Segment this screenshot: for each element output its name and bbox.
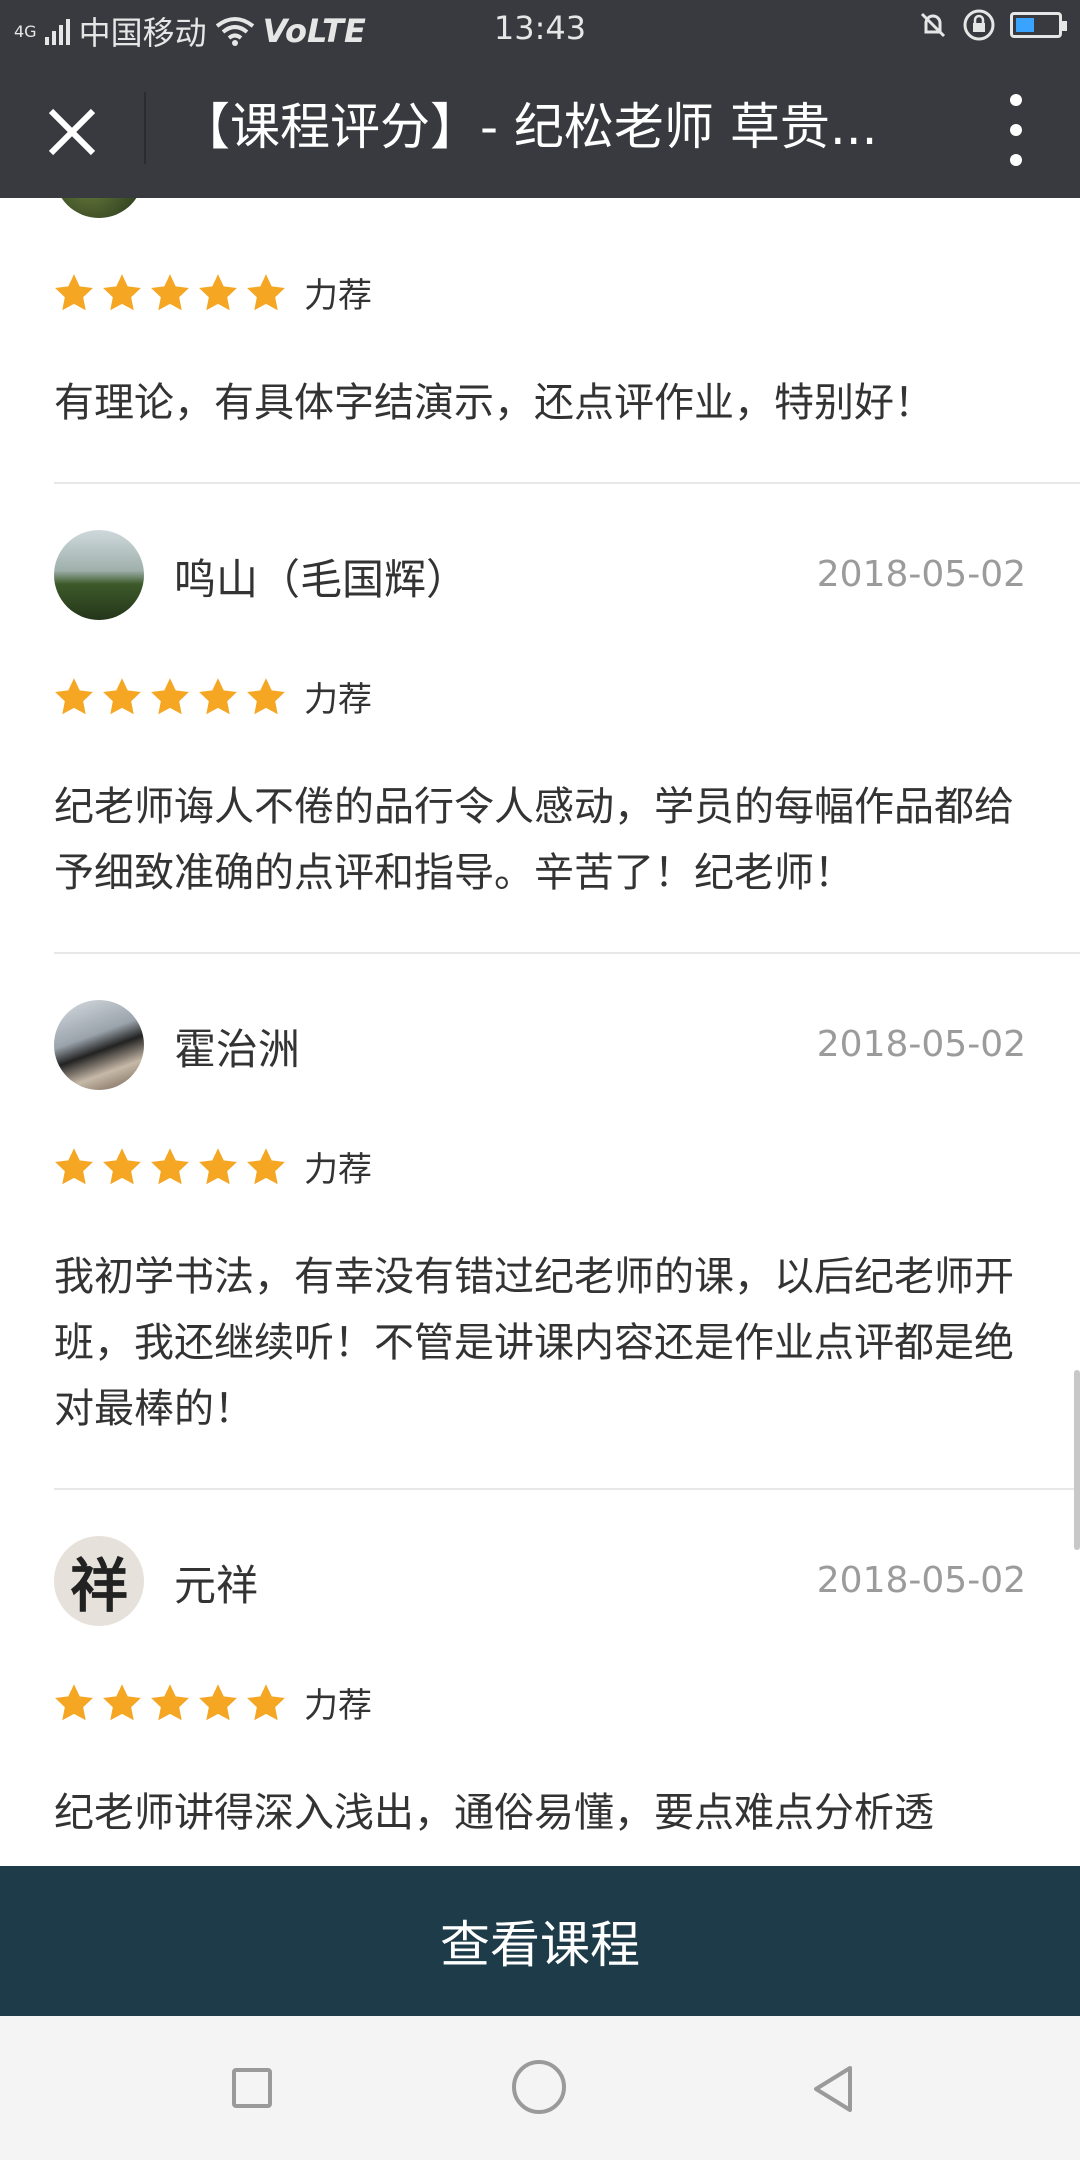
status-right	[918, 8, 1067, 42]
close-button[interactable]	[36, 96, 108, 168]
navigation-bar	[0, 2016, 1080, 2160]
avatar[interactable]	[54, 530, 144, 620]
star-icon	[196, 675, 240, 719]
top-bar: 【课程评分】- 纪松老师 草贵...	[0, 56, 1080, 198]
close-icon	[48, 108, 96, 156]
review-text: 纪老师诲人不倦的品行令人感动，学员的每幅作品都给予细致准确的点评和指导。辛苦了！…	[54, 784, 1014, 896]
rating-label: 力荐	[304, 680, 372, 720]
star-icon	[244, 271, 288, 315]
star-icon	[148, 1145, 192, 1189]
view-course-button[interactable]: 查看课程	[0, 1866, 1080, 2016]
star-icon	[52, 1145, 96, 1189]
separator	[54, 482, 1080, 484]
star-icon	[100, 1681, 144, 1725]
battery-icon	[1010, 12, 1067, 38]
star-icon	[148, 271, 192, 315]
mute-bell-icon	[920, 12, 946, 38]
review-date: 2018-05-02	[816, 1024, 1026, 1065]
back-icon[interactable]	[806, 2062, 860, 2116]
status-bar: 4G 中国移动 VoLTE 13:43	[0, 0, 1080, 56]
header-divider	[144, 92, 146, 164]
rotation-lock-icon	[963, 9, 995, 41]
reviewer-name: 元祥	[174, 1561, 259, 1610]
star-icon	[148, 1681, 192, 1725]
separator	[54, 952, 1080, 954]
more-menu-button[interactable]	[1008, 94, 1024, 166]
rating-label: 力荐	[304, 1686, 372, 1726]
star-rating: 力荐	[52, 1142, 372, 1191]
more-dot-icon	[1010, 124, 1022, 136]
star-icon	[244, 1145, 288, 1189]
review-text: 有理论，有具体字结演示，还点评作业，特别好！	[54, 380, 934, 426]
star-icon	[244, 675, 288, 719]
avatar	[54, 198, 144, 218]
avatar-glyph: 祥	[69, 1552, 128, 1620]
home-icon[interactable]	[512, 2060, 566, 2114]
review-text: 纪老师讲得深入浅出，通俗易懂，要点难点分析透	[54, 1790, 934, 1836]
star-rating: 力荐	[52, 672, 372, 721]
star-icon	[196, 271, 240, 315]
rating-label: 力荐	[304, 1150, 372, 1190]
star-rating: 力荐	[52, 1678, 372, 1727]
star-icon	[52, 271, 96, 315]
more-dot-icon	[1010, 94, 1022, 106]
reviewer-name: 霍治洲	[174, 1025, 301, 1074]
rating-label: 力荐	[304, 276, 372, 316]
avatar[interactable]	[54, 1000, 144, 1090]
star-icon	[100, 1145, 144, 1189]
review-date: 2018-05-02	[816, 1560, 1026, 1601]
star-icon	[196, 1145, 240, 1189]
star-icon	[244, 1681, 288, 1725]
reviewer-name: 鸣山（毛国辉）	[174, 555, 469, 604]
scrollbar[interactable]	[1074, 1370, 1080, 1550]
star-rating: 力荐	[52, 268, 372, 317]
avatar[interactable]: 祥	[54, 1536, 144, 1626]
reviews-list[interactable]: 力荐 有理论，有具体字结演示，还点评作业，特别好！ 鸣山（毛国辉） 2018-0…	[0, 198, 1080, 1866]
more-dot-icon	[1010, 154, 1022, 166]
page-title: 【课程评分】- 纪松老师 草贵...	[180, 98, 878, 156]
separator	[54, 1488, 1080, 1490]
review-text: 我初学书法，有幸没有错过纪老师的课，以后纪老师开班，我还继续听！不管是讲课内容还…	[54, 1254, 1014, 1432]
review-date: 2018-05-02	[816, 554, 1026, 595]
star-icon	[148, 675, 192, 719]
star-icon	[100, 675, 144, 719]
recent-apps-icon[interactable]	[232, 2068, 272, 2108]
star-icon	[100, 271, 144, 315]
star-icon	[196, 1681, 240, 1725]
star-icon	[52, 1681, 96, 1725]
star-icon	[52, 675, 96, 719]
